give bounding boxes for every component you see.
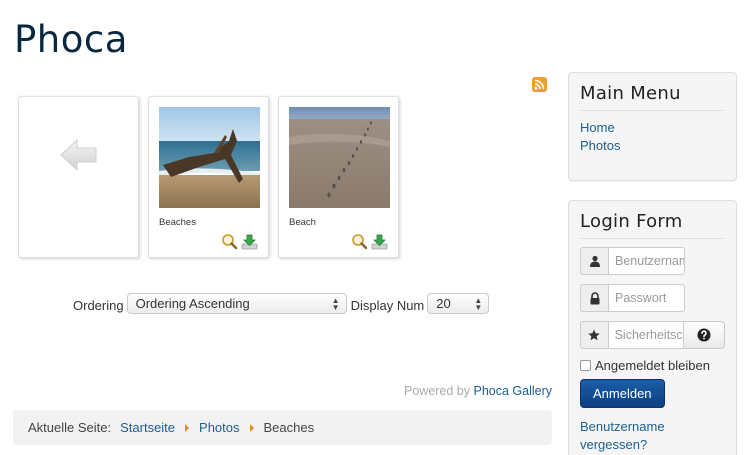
breadcrumb-photos[interactable]: Photos: [199, 420, 239, 435]
powered-by: Powered by Phoca Gallery: [404, 384, 552, 398]
gallery-item[interactable]: Beaches: [148, 96, 269, 258]
ordering-select[interactable]: Ordering Ascending ▲ ▼: [126, 293, 347, 314]
back-arrow-icon: [59, 137, 99, 176]
powered-by-prefix: Powered by: [403, 384, 470, 398]
breadcrumb-separator-icon: [185, 423, 190, 432]
username-input[interactable]: Benutzername: [608, 247, 685, 275]
photo-footprints-beach[interactable]: [289, 107, 390, 208]
main-menu-module: Main Menu Home Photos: [568, 72, 737, 181]
display-num-selected-value: 20: [436, 296, 451, 311]
photo-driftwood-beach[interactable]: [159, 107, 260, 208]
magnify-icon[interactable]: [351, 233, 368, 250]
download-icon[interactable]: [371, 233, 388, 250]
back-thumbnail[interactable]: [18, 96, 139, 258]
menu-item-photos[interactable]: Photos: [580, 137, 725, 155]
display-num-select[interactable]: 20 ▲ ▼: [427, 293, 490, 314]
magnify-icon[interactable]: [221, 233, 238, 250]
ordering-label: Ordering: [73, 298, 124, 313]
password-field: Passwort: [580, 284, 725, 312]
select-arrows-icon: ▲ ▼: [474, 295, 483, 312]
rss-feed-icon[interactable]: [532, 77, 547, 92]
lock-icon: [580, 284, 608, 312]
gallery-item[interactable]: Beach: [278, 96, 399, 258]
secret-field: Sicherheitscode: [580, 321, 725, 349]
username-field: Benutzername: [580, 247, 725, 275]
remember-me[interactable]: Angemeldet bleiben: [580, 358, 725, 373]
phoca-gallery-link[interactable]: Phoca Gallery: [473, 384, 552, 398]
breadcrumb-separator-icon: [249, 423, 254, 432]
star-icon: [580, 321, 608, 349]
secret-code-input[interactable]: Sicherheitscode: [607, 321, 684, 349]
user-icon: [580, 247, 608, 275]
download-icon[interactable]: [241, 233, 258, 250]
menu-item-home[interactable]: Home: [580, 119, 725, 137]
remember-checkbox[interactable]: [580, 360, 591, 371]
ordering-selected-value: Ordering Ascending: [135, 296, 250, 311]
help-icon[interactable]: [683, 321, 725, 349]
item-caption[interactable]: Beaches: [159, 217, 196, 228]
forgot-username-link[interactable]: Benutzername vergessen?: [580, 418, 725, 454]
breadcrumb-home[interactable]: Startseite: [120, 420, 175, 435]
breadcrumb: Aktuelle Seite: Startseite Photos Beache…: [13, 410, 552, 445]
site-title[interactable]: Phoca: [14, 18, 128, 61]
login-form-title: Login Form: [580, 211, 725, 239]
login-button[interactable]: Anmelden: [580, 379, 665, 408]
main-menu-title: Main Menu: [580, 83, 725, 111]
login-form-module: Login Form Benutzername Passwort Sicherh…: [568, 200, 737, 455]
ordering-bar: Ordering Ordering Ascending ▲ ▼ Display N…: [73, 293, 490, 314]
breadcrumb-prefix: Aktuelle Seite:: [28, 420, 112, 435]
display-num-label: Display Num: [350, 298, 425, 313]
password-input[interactable]: Passwort: [608, 284, 685, 312]
item-caption[interactable]: Beach: [289, 217, 316, 228]
remember-label[interactable]: Angemeldet bleiben: [595, 358, 710, 373]
select-arrows-icon: ▲ ▼: [331, 295, 340, 312]
breadcrumb-current: Beaches: [263, 420, 315, 435]
